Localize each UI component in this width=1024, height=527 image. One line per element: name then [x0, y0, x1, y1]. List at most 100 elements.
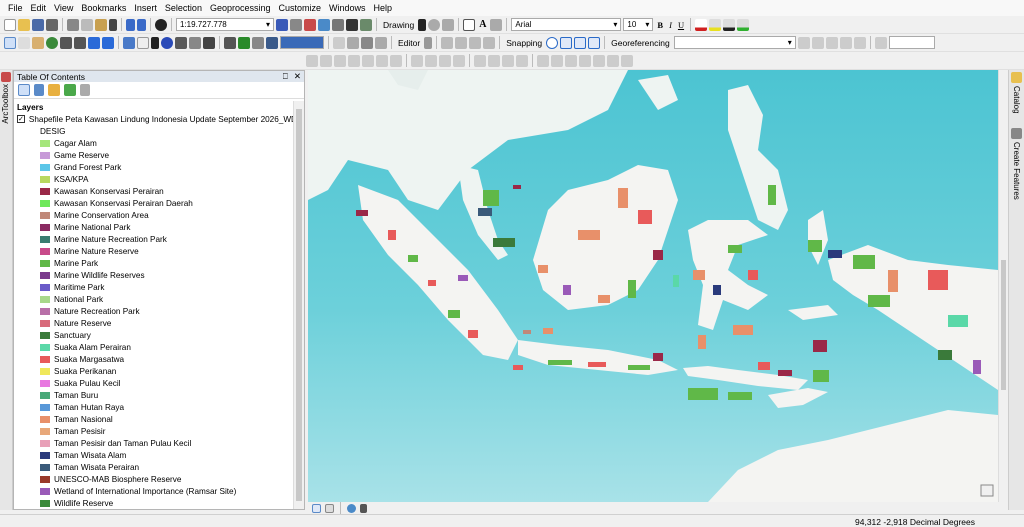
legend-item[interactable]: Wetland of International Importance (Ram…	[14, 485, 293, 497]
shift-icon[interactable]	[811, 36, 824, 49]
forward-extent-icon[interactable]	[102, 36, 114, 49]
rotate-icon[interactable]	[428, 18, 441, 31]
catalog-icon[interactable]	[1011, 72, 1022, 83]
fill-color-icon[interactable]	[709, 18, 722, 31]
search-icon[interactable]	[318, 18, 330, 31]
add-data-icon[interactable]	[155, 18, 167, 31]
split-icon[interactable]	[348, 54, 360, 67]
map-canvas[interactable]	[308, 70, 998, 502]
find-route-icon[interactable]	[238, 36, 250, 49]
pause-drawing-icon[interactable]	[360, 503, 367, 513]
refresh-icon[interactable]	[347, 503, 356, 513]
3d-icon[interactable]	[551, 54, 563, 67]
reshape-icon[interactable]	[320, 54, 332, 67]
effects-icon[interactable]	[874, 36, 887, 49]
paste-icon[interactable]	[95, 18, 107, 31]
sketch-properties-icon[interactable]	[390, 54, 402, 67]
legend-item[interactable]: Taman Wisata Perairan	[14, 461, 293, 473]
pan-icon[interactable]	[32, 36, 44, 49]
go-to-xy-icon[interactable]	[252, 36, 264, 49]
menu-item-customize[interactable]: Customize	[277, 3, 328, 13]
legend-item[interactable]: National Park	[14, 293, 293, 305]
delete-icon[interactable]	[109, 18, 117, 31]
zoom-whole-page-icon[interactable]	[442, 18, 455, 31]
cut-icon[interactable]	[67, 18, 79, 31]
menu-item-file[interactable]: File	[6, 3, 29, 13]
fixed-zoom-in-icon[interactable]	[60, 36, 72, 49]
close-icon[interactable]: ✕	[294, 71, 301, 82]
stop-icon[interactable]	[502, 54, 514, 67]
layout-view-icon[interactable]	[333, 36, 345, 49]
arctoolbox-icon[interactable]	[332, 18, 344, 31]
scale-icon[interactable]	[825, 36, 838, 49]
font-name-combo[interactable]: Arial ▾	[511, 18, 622, 31]
legend-item[interactable]: Taman Pesisir dan Taman Pulau Kecil	[14, 437, 293, 449]
legend-item[interactable]: Marine Nature Recreation Park	[14, 233, 293, 245]
utility-icon[interactable]	[621, 54, 633, 67]
measure-icon[interactable]	[203, 36, 215, 49]
legend-item[interactable]: Taman Buru	[14, 389, 293, 401]
edge-snapping-icon[interactable]	[588, 36, 601, 49]
legend-item[interactable]: Grand Forest Park	[14, 161, 293, 173]
zoom-out-icon[interactable]	[18, 36, 30, 49]
list-by-drawing-order-icon[interactable]	[18, 84, 30, 96]
underline-button[interactable]: U	[676, 20, 686, 30]
legend-item[interactable]: Suaka Alam Perairan	[14, 341, 293, 353]
identify-icon[interactable]	[161, 36, 173, 49]
legend-item[interactable]: Game Reserve	[14, 149, 293, 161]
data-view-icon[interactable]	[312, 503, 321, 513]
error-inspector-icon[interactable]	[453, 54, 465, 67]
animation-icon[interactable]	[537, 54, 549, 67]
legend-item[interactable]: Marine Nature Reserve	[14, 245, 293, 257]
legend-item[interactable]: Suaka Margasatwa	[14, 353, 293, 365]
legend-item[interactable]: Marine Wildlife Reserves	[14, 269, 293, 281]
rotate-feature-icon[interactable]	[362, 54, 374, 67]
legend-item[interactable]: Nature Reserve	[14, 317, 293, 329]
legend-item[interactable]: Marine Conservation Area	[14, 209, 293, 221]
layout-view-icon[interactable]	[325, 503, 334, 513]
html-popup-icon[interactable]	[189, 36, 201, 49]
python-window-icon[interactable]	[346, 18, 358, 31]
full-extent-icon[interactable]	[46, 36, 58, 49]
overview-button[interactable]	[980, 484, 994, 497]
create-viewer-window-combo[interactable]	[280, 36, 324, 49]
list-by-selection-icon[interactable]	[64, 84, 76, 96]
legend-item[interactable]: Kawasan Konservasi Perairan Daerah	[14, 197, 293, 209]
select-features-icon[interactable]	[123, 36, 135, 49]
end-point-arc-icon[interactable]	[455, 36, 468, 49]
legend-item[interactable]: Sanctuary	[14, 329, 293, 341]
add-control-points-icon[interactable]	[839, 36, 852, 49]
fixed-zoom-out-icon[interactable]	[74, 36, 86, 49]
save-icon[interactable]	[32, 18, 44, 31]
point-icon[interactable]	[483, 36, 496, 49]
legend-item[interactable]: Marine National Park	[14, 221, 293, 233]
catalog-icon[interactable]	[304, 18, 316, 31]
play-icon[interactable]	[474, 54, 486, 67]
legend-item[interactable]: Taman Hutan Raya	[14, 401, 293, 413]
legend-item[interactable]: KSA/KPA	[14, 173, 293, 185]
toc-scrollbar[interactable]	[293, 101, 304, 509]
zoom-in-icon[interactable]	[4, 36, 16, 49]
redo-icon[interactable]	[137, 18, 146, 31]
clear-selection-icon[interactable]	[137, 36, 149, 49]
rotate-georef-icon[interactable]	[797, 36, 810, 49]
print-icon[interactable]	[46, 18, 58, 31]
legend-item[interactable]: Maritime Park	[14, 281, 293, 293]
font-color-icon[interactable]	[695, 18, 708, 31]
font-size-combo[interactable]: 10 ▾	[623, 18, 654, 31]
georef-layer-combo[interactable]: ▾	[673, 36, 796, 49]
menu-item-selection[interactable]: Selection	[163, 3, 208, 13]
menu-item-windows[interactable]: Windows	[327, 3, 372, 13]
edit-vertices-icon[interactable]	[490, 18, 503, 31]
map-vertical-scrollbar[interactable]	[998, 70, 1008, 502]
edit-tool-icon[interactable]	[424, 36, 433, 49]
time-slider-icon[interactable]	[266, 36, 278, 49]
trace-icon[interactable]	[469, 36, 482, 49]
vertex-snapping-icon[interactable]	[574, 36, 587, 49]
legend-item[interactable]: Suaka Perikanan	[14, 365, 293, 377]
globe-icon[interactable]	[375, 36, 387, 49]
editor-menu[interactable]: Editor	[396, 38, 422, 48]
menu-item-insert[interactable]: Insert	[132, 3, 163, 13]
legend-item[interactable]: Kawasan Konservasi Perairan	[14, 185, 293, 197]
open-folder-icon[interactable]	[18, 18, 30, 31]
